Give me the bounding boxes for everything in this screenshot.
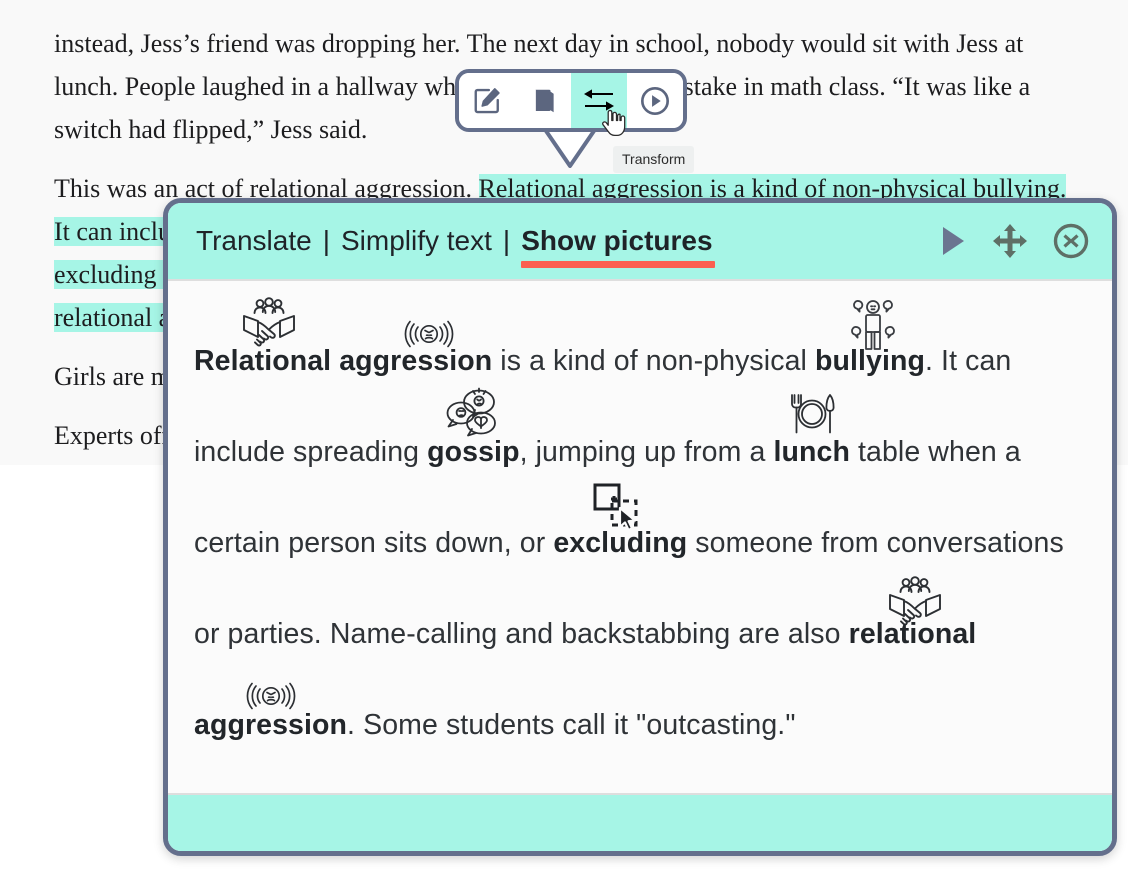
- selected-tab-underline: [521, 261, 715, 268]
- mode-divider-1: |: [322, 225, 330, 256]
- book-icon: [535, 89, 554, 112]
- plate-fork-knife-icon: [784, 390, 840, 440]
- gossip-speech-bubbles-icon: [442, 386, 506, 442]
- selection-mini-toolbar[interactable]: [455, 69, 687, 132]
- play-triangle-icon[interactable]: [938, 224, 968, 258]
- dialog-mode-tabs: Translate | Simplify text | Show picture…: [194, 225, 715, 268]
- tab-show-pictures[interactable]: Show pictures: [519, 225, 715, 268]
- annotate-button[interactable]: [459, 73, 515, 128]
- screen-root: instead, Jess’s friend was dropping her.…: [0, 0, 1128, 876]
- pictogram-line: aggression. Some students call it "outca…: [194, 659, 1088, 750]
- pointing-hand-cursor: [602, 109, 626, 137]
- move-arrows-icon[interactable]: [992, 223, 1028, 259]
- play-circle-icon: [641, 86, 669, 115]
- tab-simplify-text[interactable]: Simplify text: [339, 225, 494, 257]
- pictogram-line-4-text: or parties. Name-calling and backstabbin…: [194, 618, 977, 650]
- mode-divider-2: |: [502, 225, 511, 256]
- tab-translate[interactable]: Translate: [194, 225, 314, 257]
- pictogram-line: include spreading gossip, jumping up fro…: [194, 386, 1088, 477]
- dialog-header: Translate | Simplify text | Show picture…: [168, 203, 1112, 281]
- pictogram-line: Relational aggression is a kind of non-p…: [194, 295, 1088, 386]
- toolbar-callout-tail: [542, 128, 598, 168]
- close-circle-icon[interactable]: [1052, 222, 1090, 260]
- pictogram-line-5-text: aggression. Some students call it "outca…: [194, 709, 796, 741]
- tab-show-pictures-label: Show pictures: [521, 225, 713, 256]
- dialog-footer: [168, 793, 1112, 851]
- pencil-square-icon: [474, 87, 500, 113]
- read-aloud-button[interactable]: [627, 73, 683, 128]
- dialog-action-buttons: [938, 222, 1090, 260]
- transform-tooltip: Transform: [613, 146, 695, 173]
- dialog-body: Relational aggression is a kind of non-p…: [168, 281, 1112, 793]
- transform-dialog[interactable]: Translate | Simplify text | Show picture…: [163, 198, 1117, 856]
- dictionary-button[interactable]: [515, 73, 571, 128]
- pictogram-line-2-text: include spreading gossip, jumping up fro…: [194, 436, 1021, 468]
- tab-simplify-text-label: Simplify text: [340, 225, 492, 256]
- pictogram-line-3-text: certain person sits down, or excluding s…: [194, 527, 1064, 559]
- tab-translate-label: Translate: [196, 225, 312, 256]
- pictogram-line: or parties. Name-calling and backstabbin…: [194, 568, 1088, 659]
- pictogram-line: certain person sits down, or excluding s…: [194, 477, 1088, 568]
- pictogram-line-1-text: Relational aggression is a kind of non-p…: [194, 345, 1012, 377]
